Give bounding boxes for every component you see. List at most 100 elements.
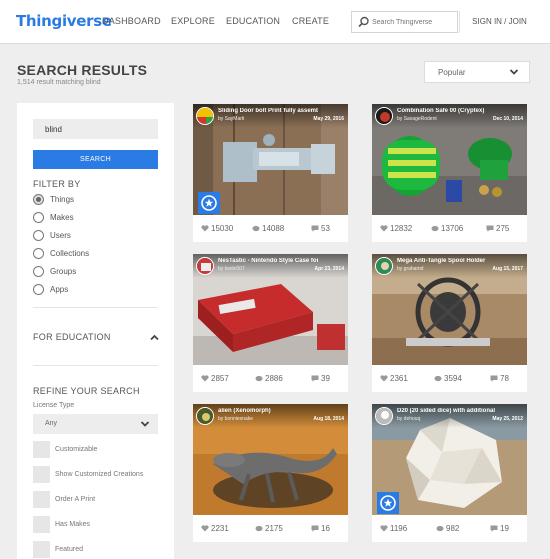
thing-date: Dec 10, 2014 [492, 116, 523, 122]
filter-radio-users[interactable] [33, 230, 44, 241]
top-navigation: Thingiverse DASHBOARD EXPLORE EDUCATION … [0, 0, 550, 44]
filter-radio-groups[interactable] [33, 266, 44, 277]
search-button[interactable]: SEARCH [33, 150, 158, 169]
license-type-value: Any [45, 420, 58, 427]
collect-icon [431, 225, 439, 232]
site-search[interactable] [351, 11, 458, 33]
checkbox-order-print[interactable] [33, 491, 50, 508]
search-icon [358, 16, 369, 28]
avatar[interactable] [196, 107, 214, 125]
sort-dropdown[interactable]: Popular [424, 61, 530, 83]
checkbox-label-show-customized: Show Customized Creations [55, 471, 144, 478]
signin-join-link[interactable]: SIGN IN / JOIN [459, 11, 539, 33]
thing-author[interactable]: by dehouq [397, 416, 420, 422]
avatar[interactable] [375, 407, 393, 425]
collect-icon [434, 375, 442, 382]
refine-heading: REFINE YOUR SEARCH [33, 386, 140, 396]
filter-label-apps: Apps [50, 285, 69, 294]
sort-value: Popular [438, 68, 466, 77]
heart-icon [201, 375, 209, 382]
thing-card[interactable]: Combination Safe 00 (Cryptex) by SavageR… [372, 104, 527, 242]
thing-stats: 2361 3594 78 [372, 365, 527, 392]
chevron-down-icon [140, 421, 150, 427]
collect-icon [252, 225, 260, 232]
chevron-down-icon [509, 69, 519, 75]
collect-icon [255, 375, 263, 382]
thing-date: Apr 23, 2014 [314, 266, 344, 272]
heart-icon [380, 375, 388, 382]
divider [33, 365, 158, 366]
thing-card[interactable]: Mega Anti-Tangle Spool Holder by grahamd… [372, 254, 527, 392]
checkbox-label-customizable: Customizable [55, 446, 98, 453]
nav-explore[interactable]: EXPLORE [171, 16, 215, 26]
nav-dashboard[interactable]: DASHBOARD [102, 16, 161, 26]
page-title: SEARCH RESULTS [17, 62, 148, 78]
thing-title[interactable]: D20 (20 sided dice) with additional brai… [397, 408, 497, 414]
avatar[interactable] [196, 257, 214, 275]
search-query-input[interactable] [33, 119, 158, 139]
thing-author[interactable]: by grahamd [397, 266, 423, 272]
heart-icon [201, 525, 209, 532]
filter-label-groups: Groups [50, 267, 77, 276]
collect-icon [436, 525, 444, 532]
filter-heading: FILTER BY [33, 179, 81, 189]
thing-stats: 2231 2175 16 [193, 515, 348, 542]
checkbox-label-featured: Featured [55, 546, 84, 553]
thing-stats: 12832 13706 275 [372, 215, 527, 242]
thing-stats: 2857 2886 39 [193, 365, 348, 392]
checkbox-has-makes[interactable] [33, 516, 50, 533]
chevron-up-icon[interactable] [150, 334, 159, 341]
comment-icon [311, 225, 319, 232]
thing-title[interactable]: Mega Anti-Tangle Spool Holder [397, 258, 497, 264]
heart-icon [380, 525, 388, 532]
thing-date: Aug 15, 2017 [492, 266, 523, 272]
thing-card[interactable]: D20 (20 sided dice) with additional brai… [372, 404, 527, 542]
filter-label-collections: Collections [50, 249, 90, 258]
checkbox-show-customized[interactable] [33, 466, 50, 483]
collect-icon [255, 525, 263, 532]
thing-author[interactable]: by SavageRodent [397, 116, 437, 122]
checkbox-customizable[interactable] [33, 441, 50, 458]
filter-radio-makes[interactable] [33, 212, 44, 223]
thing-stats: 15030 14088 53 [193, 215, 348, 242]
thing-date: Aug 18, 2014 [313, 416, 344, 422]
avatar[interactable] [375, 257, 393, 275]
search-input[interactable] [372, 15, 456, 29]
comment-icon [490, 525, 498, 532]
star-icon [380, 495, 396, 511]
thing-title[interactable]: Sliding Door bolt Print fully assembled [218, 108, 318, 114]
featured-badge [377, 492, 399, 514]
comment-icon [311, 525, 319, 532]
thing-date: May 25, 2012 [492, 416, 523, 422]
license-type-dropdown[interactable]: Any [33, 414, 158, 434]
heart-icon [201, 225, 209, 232]
filter-label-things: Things [50, 195, 75, 204]
thing-author[interactable]: by bonniesnake [218, 416, 253, 422]
avatar[interactable] [375, 107, 393, 125]
education-heading[interactable]: FOR EDUCATION [33, 332, 111, 342]
filter-label-users: Users [50, 231, 71, 240]
thing-author[interactable]: by tastic007 [218, 266, 245, 272]
thing-author[interactable]: by SayMarti [218, 116, 244, 122]
thing-date: May 29, 2016 [313, 116, 344, 122]
filter-radio-collections[interactable] [33, 248, 44, 259]
divider [33, 307, 158, 308]
thing-card[interactable]: alien (Xenomorph) by bonniesnake Aug 18,… [193, 404, 348, 542]
thing-title[interactable]: alien (Xenomorph) [218, 408, 318, 414]
thing-card[interactable]: NesTastic - Nintendo Style Case for the … [193, 254, 348, 392]
star-icon [201, 195, 217, 211]
thingiverse-logo[interactable]: Thingiverse [16, 12, 112, 30]
nav-education[interactable]: EDUCATION [226, 16, 280, 26]
thing-title[interactable]: NesTastic - Nintendo Style Case for the … [218, 258, 318, 264]
checkbox-featured[interactable] [33, 541, 50, 558]
thing-card[interactable]: Sliding Door bolt Print fully assembled … [193, 104, 348, 242]
thing-stats: 1196 982 19 [372, 515, 527, 542]
nav-create[interactable]: CREATE [292, 16, 329, 26]
filter-radio-things[interactable] [33, 194, 44, 205]
filter-radio-apps[interactable] [33, 284, 44, 295]
search-sidebar: SEARCH FILTER BY Things Makes Users Coll… [17, 103, 174, 559]
thing-title[interactable]: Combination Safe 00 (Cryptex) [397, 108, 497, 114]
avatar[interactable] [196, 407, 214, 425]
result-count: 1,514 result matching blind [17, 79, 101, 86]
checkbox-label-order-print: Order A Print [55, 496, 96, 503]
